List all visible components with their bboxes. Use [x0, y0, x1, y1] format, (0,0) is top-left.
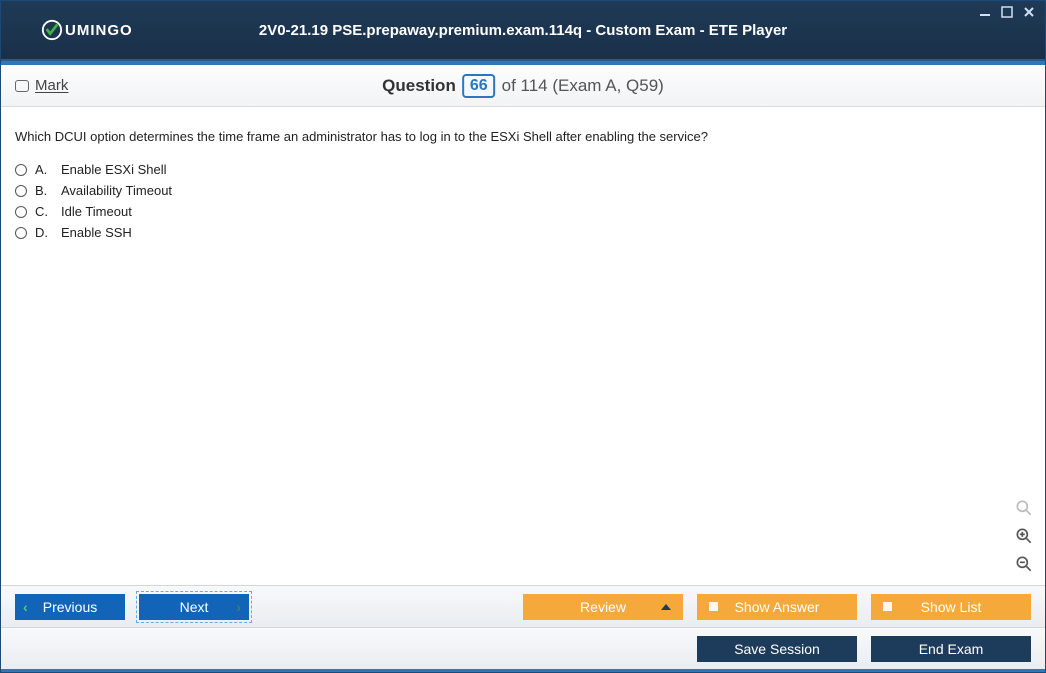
review-button[interactable]: Review [523, 594, 683, 620]
minimize-button[interactable] [977, 5, 993, 19]
option-text: Availability Timeout [61, 183, 172, 198]
checkbox-icon [15, 80, 29, 92]
mark-checkbox[interactable]: Mark [15, 77, 68, 94]
save-session-button[interactable]: Save Session [697, 636, 857, 662]
close-icon [1023, 6, 1035, 18]
search-button[interactable] [1013, 497, 1035, 519]
question-content: Which DCUI option determines the time fr… [1, 107, 1045, 585]
end-exam-button[interactable]: End Exam [871, 636, 1031, 662]
next-label: Next [180, 599, 209, 615]
mark-label: Mark [35, 77, 68, 94]
square-icon [709, 602, 718, 611]
previous-button[interactable]: ‹ Previous [15, 594, 125, 620]
option-letter: D. [35, 225, 53, 240]
question-word: Question [382, 76, 456, 96]
options-list: A. Enable ESXi Shell B. Availability Tim… [15, 162, 1031, 240]
bottom-accent [1, 669, 1045, 672]
option-d[interactable]: D. Enable SSH [15, 225, 1031, 240]
maximize-button[interactable] [999, 5, 1015, 19]
option-letter: C. [35, 204, 53, 219]
option-c[interactable]: C. Idle Timeout [15, 204, 1031, 219]
chevron-left-icon: ‹ [23, 599, 28, 615]
titlebar: UMINGO 2V0-21.19 PSE.prepaway.premium.ex… [1, 1, 1045, 61]
option-text: Idle Timeout [61, 204, 132, 219]
option-letter: A. [35, 162, 53, 177]
zoom-out-icon [1014, 554, 1034, 574]
radio-icon [15, 164, 27, 176]
question-position: Question 66 of 114 (Exam A, Q59) [382, 74, 664, 98]
brand-text: UMINGO [65, 22, 133, 39]
end-exam-label: End Exam [919, 641, 984, 657]
close-button[interactable] [1021, 5, 1037, 19]
option-text: Enable SSH [61, 225, 132, 240]
review-label: Review [580, 599, 626, 615]
option-letter: B. [35, 183, 53, 198]
next-button[interactable]: Next › [139, 594, 249, 620]
app-logo: UMINGO [41, 19, 133, 41]
show-answer-label: Show Answer [735, 599, 820, 615]
minimize-icon [979, 6, 991, 18]
show-answer-button[interactable]: Show Answer [697, 594, 857, 620]
zoom-out-button[interactable] [1013, 553, 1035, 575]
radio-icon [15, 206, 27, 218]
save-session-label: Save Session [734, 641, 820, 657]
previous-label: Previous [43, 599, 97, 615]
show-list-button[interactable]: Show List [871, 594, 1031, 620]
option-a[interactable]: A. Enable ESXi Shell [15, 162, 1031, 177]
search-icon [1014, 498, 1034, 518]
question-total: of 114 (Exam A, Q59) [502, 76, 664, 96]
zoom-in-button[interactable] [1013, 525, 1035, 547]
show-list-label: Show List [921, 599, 982, 615]
nav-toolbar: ‹ Previous Next › Review Show Answer Sho… [1, 585, 1045, 627]
option-b[interactable]: B. Availability Timeout [15, 183, 1031, 198]
window-title: 2V0-21.19 PSE.prepaway.premium.exam.114q… [259, 22, 787, 39]
logo-check-icon [41, 19, 63, 41]
maximize-icon [1001, 6, 1013, 18]
radio-icon [15, 185, 27, 197]
radio-icon [15, 227, 27, 239]
question-text: Which DCUI option determines the time fr… [15, 129, 1031, 144]
window-controls [977, 5, 1037, 19]
question-number: 66 [462, 74, 496, 98]
chevron-right-icon: › [236, 599, 241, 615]
zoom-in-icon [1014, 526, 1034, 546]
triangle-up-icon [661, 604, 671, 610]
session-toolbar: Save Session End Exam [1, 627, 1045, 669]
square-icon [883, 602, 892, 611]
question-header: Mark Question 66 of 114 (Exam A, Q59) [1, 65, 1045, 107]
zoom-tools [1013, 497, 1035, 575]
option-text: Enable ESXi Shell [61, 162, 167, 177]
app-window: UMINGO 2V0-21.19 PSE.prepaway.premium.ex… [0, 0, 1046, 673]
